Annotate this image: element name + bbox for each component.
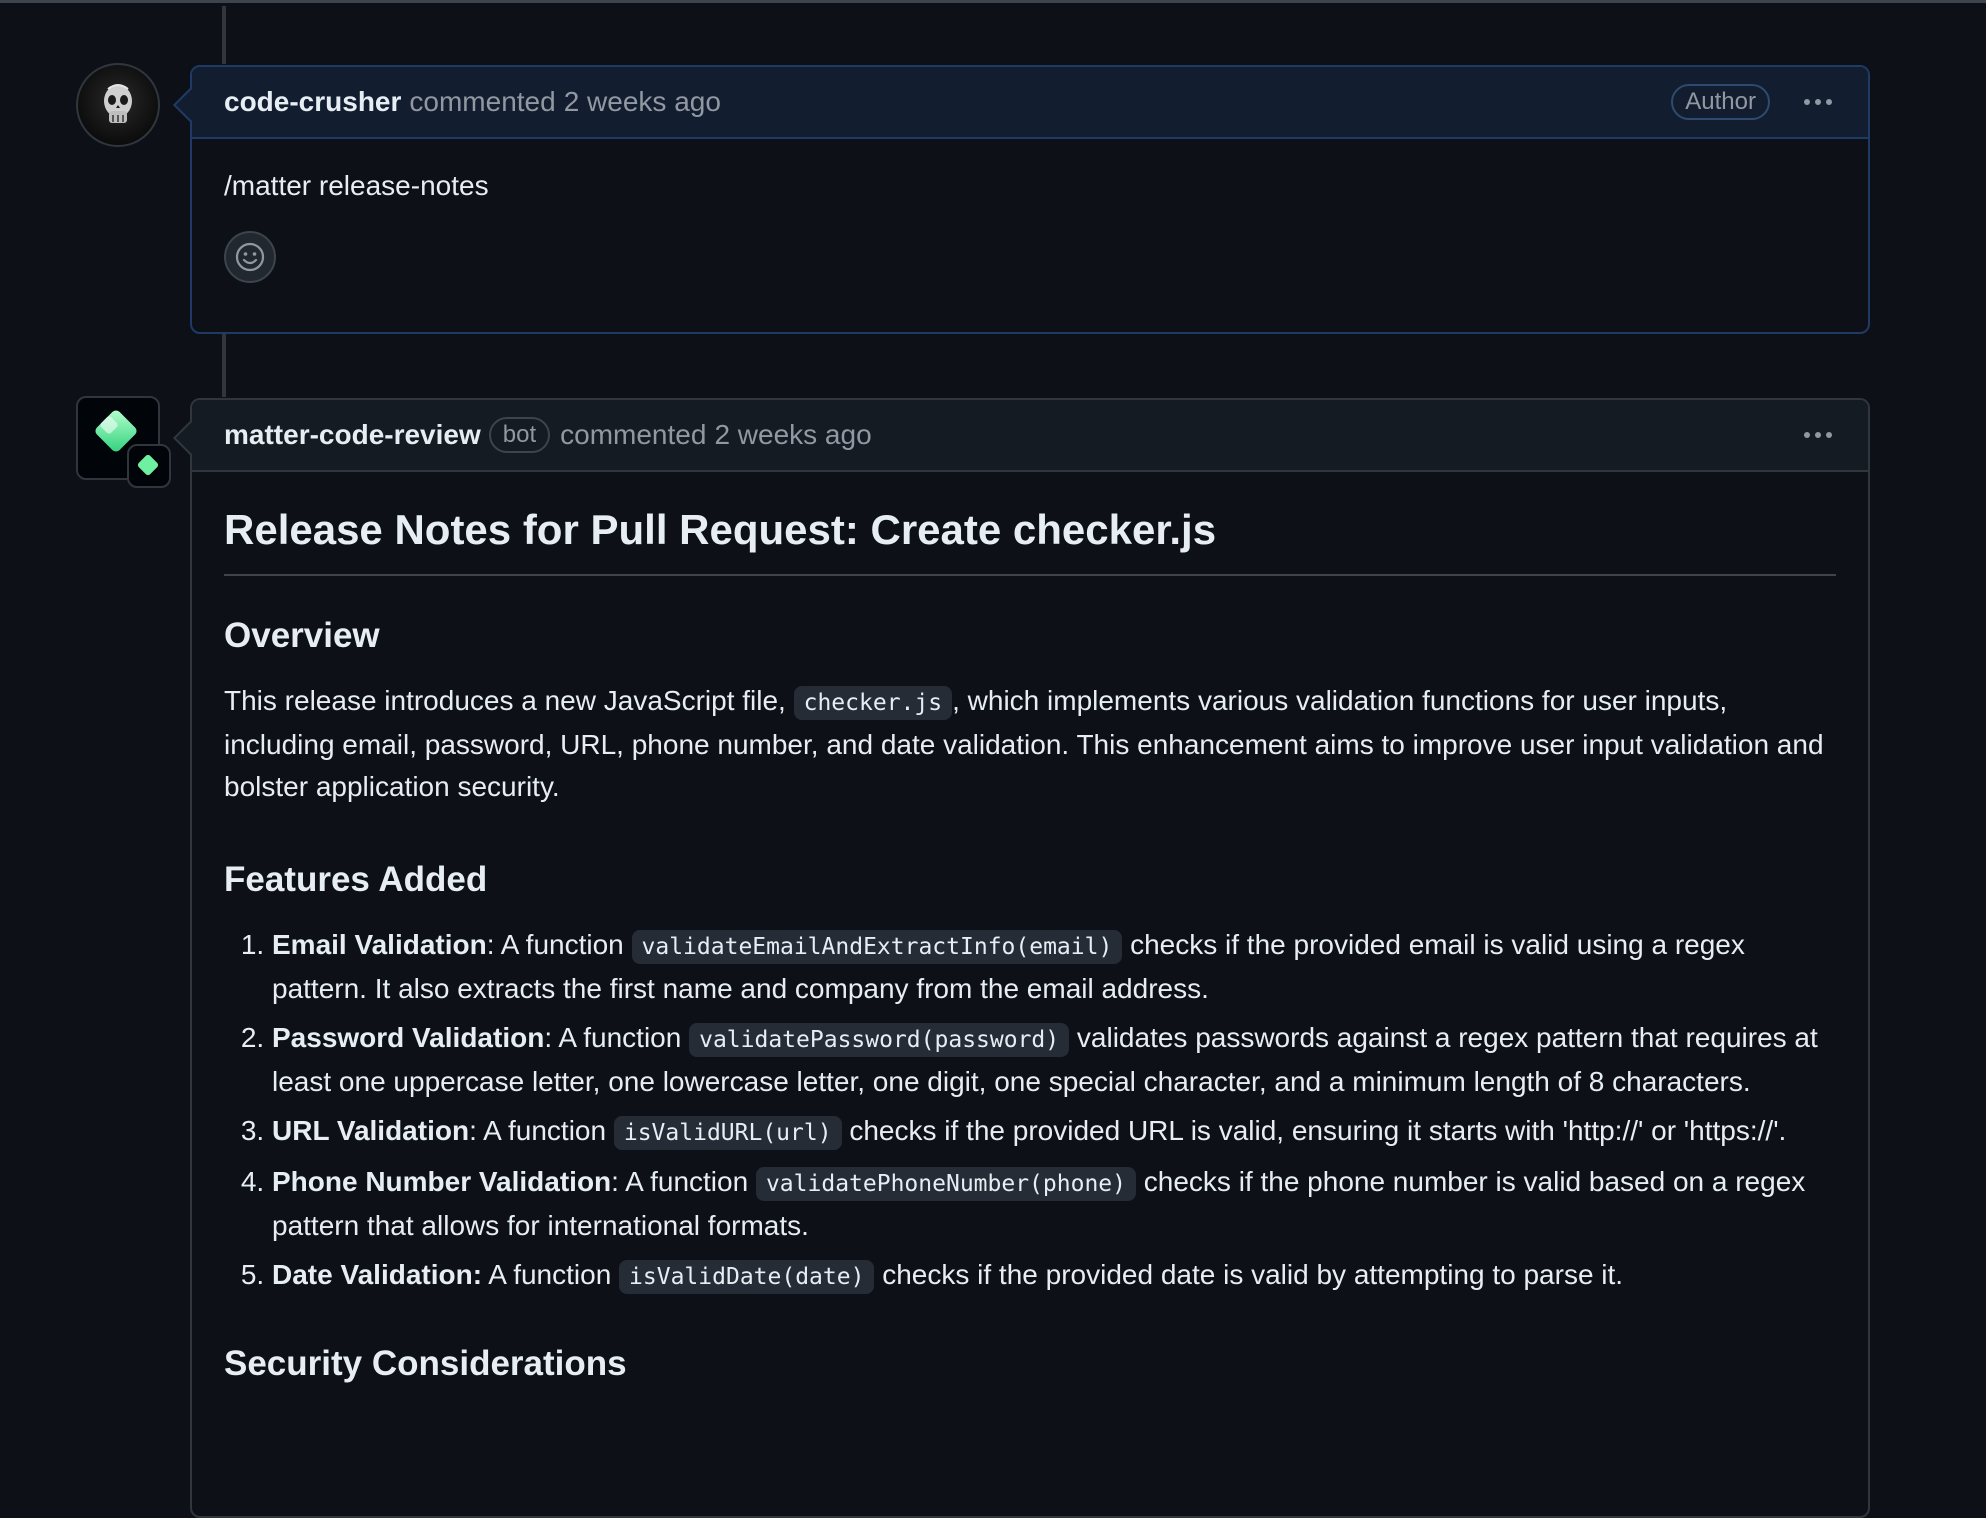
timeline-connector-top bbox=[222, 6, 226, 64]
overview-text-start: This release introduces a new JavaScript… bbox=[224, 685, 794, 716]
author-badge: Author bbox=[1671, 84, 1770, 120]
features-heading: Features Added bbox=[224, 860, 488, 899]
feature-name: Password Validation bbox=[272, 1022, 545, 1053]
feature-item-password: Password Validation: A function validate… bbox=[272, 1017, 1836, 1103]
comment-timestamp[interactable]: 2 weeks ago bbox=[564, 86, 721, 118]
comment-card-bot: matter-code-review bot commented 2 weeks… bbox=[173, 398, 1870, 1518]
comment-caret bbox=[173, 88, 207, 122]
skull-avatar-icon bbox=[104, 84, 132, 123]
feature-name: Phone Number Validation bbox=[272, 1166, 612, 1197]
comment-body: Release Notes for Pull Request: Create c… bbox=[192, 472, 1868, 1438]
comment-action: commented bbox=[560, 419, 707, 450]
feature-separator: : A function bbox=[486, 929, 632, 960]
comment-caret bbox=[173, 421, 207, 455]
overview-paragraph: This release introduces a new JavaScript… bbox=[224, 680, 1836, 808]
feature-separator: : A function bbox=[611, 1166, 756, 1197]
comment-body: /matter release-notes bbox=[192, 139, 1868, 313]
feature-code: isValidDate(date) bbox=[619, 1260, 875, 1294]
inline-code: checker.js bbox=[793, 686, 953, 720]
feature-code: validatePassword(password) bbox=[689, 1023, 1070, 1057]
feature-description: checks if the provided date is valid by … bbox=[874, 1259, 1624, 1290]
kebab-menu-icon[interactable] bbox=[1800, 426, 1836, 444]
comment-header: matter-code-review bot commented 2 weeks… bbox=[173, 400, 1868, 472]
release-notes-title: Release Notes for Pull Request: Create c… bbox=[224, 502, 1836, 576]
feature-name: Date Validation: bbox=[272, 1259, 483, 1290]
feature-description: checks if the provided URL is valid, ens… bbox=[841, 1115, 1787, 1146]
feature-separator: : A function bbox=[544, 1022, 690, 1053]
comment-timestamp[interactable]: 2 weeks ago bbox=[714, 419, 871, 451]
feature-item-email: Email Validation: A function validateEma… bbox=[272, 924, 1836, 1010]
security-heading: Security Considerations bbox=[224, 1344, 627, 1383]
feature-code: validateEmailAndExtractInfo(email) bbox=[631, 930, 1123, 964]
avatar[interactable] bbox=[76, 63, 160, 147]
comment-action: commented bbox=[409, 86, 556, 117]
top-border bbox=[0, 0, 1986, 3]
kebab-menu-icon[interactable] bbox=[1800, 93, 1836, 111]
bot-label-badge: bot bbox=[488, 417, 551, 453]
bot-badge-icon bbox=[127, 444, 171, 488]
feature-separator: A function bbox=[482, 1259, 620, 1290]
comment-header-actions bbox=[1800, 426, 1836, 444]
feature-code: validatePhoneNumber(phone) bbox=[755, 1167, 1136, 1201]
comment-username[interactable]: matter-code-review bbox=[224, 419, 481, 451]
timeline-connector-middle bbox=[222, 333, 226, 397]
feature-name: Email Validation bbox=[272, 929, 487, 960]
feature-separator: : A function bbox=[469, 1115, 614, 1146]
features-list: Email Validation: A function validateEma… bbox=[224, 924, 1836, 1298]
comment-header-actions: Author bbox=[1671, 84, 1836, 120]
comment-card-author: code-crusher commented 2 weeks ago Autho… bbox=[173, 65, 1870, 334]
comment-header: code-crusher commented 2 weeks ago Autho… bbox=[173, 67, 1868, 139]
feature-item-url: URL Validation: A function isValidURL(ur… bbox=[272, 1110, 1836, 1154]
comment-username[interactable]: code-crusher bbox=[224, 86, 401, 118]
comment-text: /matter release-notes bbox=[224, 170, 489, 201]
feature-item-phone: Phone Number Validation: A function vali… bbox=[272, 1161, 1836, 1247]
smiley-face-icon bbox=[235, 242, 265, 272]
add-reaction-button[interactable] bbox=[224, 231, 276, 283]
small-diamond-icon bbox=[137, 454, 159, 476]
feature-item-date: Date Validation: A function isValidDate(… bbox=[272, 1254, 1836, 1298]
feature-name: URL Validation bbox=[272, 1115, 470, 1146]
feature-code: isValidURL(url) bbox=[613, 1116, 842, 1150]
overview-heading: Overview bbox=[224, 616, 380, 655]
